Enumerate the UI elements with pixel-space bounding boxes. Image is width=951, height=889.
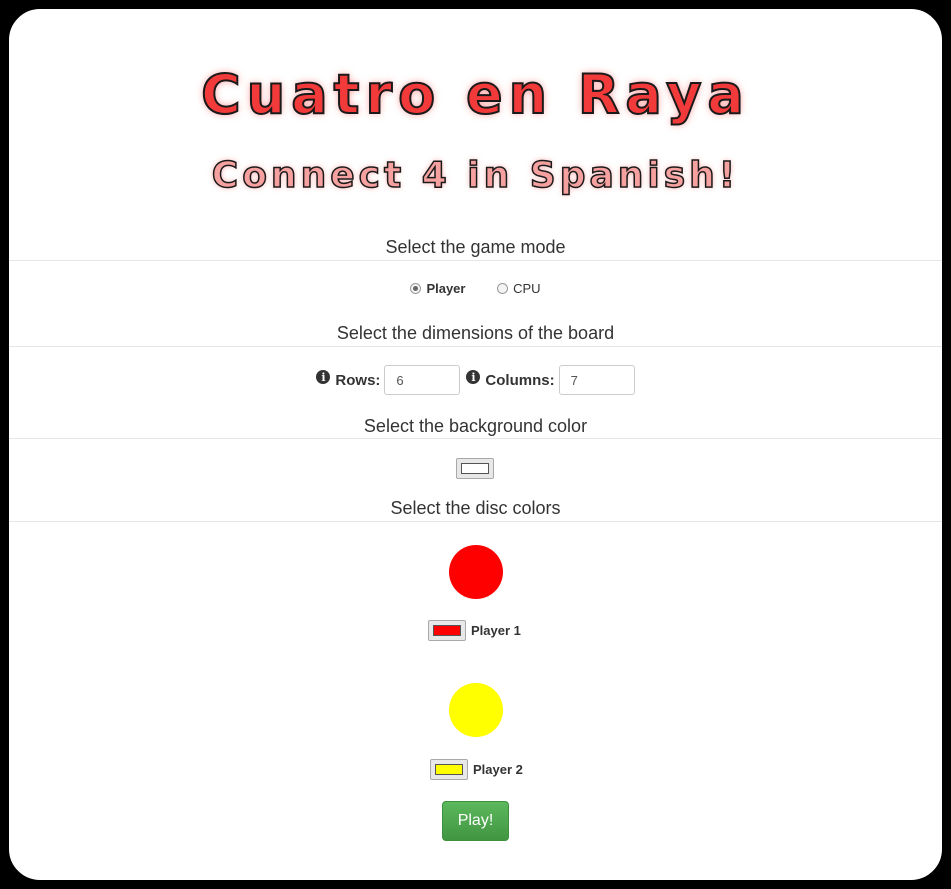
divider bbox=[9, 521, 942, 522]
background-color-swatch bbox=[461, 463, 489, 474]
mode-player-label: Player bbox=[426, 281, 466, 296]
game-mode-options: Player CPU bbox=[9, 281, 942, 297]
background-color-heading: Select the background color bbox=[363, 416, 588, 436]
columns-label: Columns: bbox=[485, 371, 555, 389]
divider bbox=[9, 260, 942, 261]
mode-player-option[interactable]: Player bbox=[410, 281, 465, 296]
cpu-radio[interactable] bbox=[497, 283, 509, 294]
background-color-picker[interactable] bbox=[456, 458, 494, 479]
player1-disc-preview bbox=[449, 545, 503, 599]
player1-color-swatch bbox=[433, 625, 461, 636]
columns-input[interactable] bbox=[558, 365, 635, 395]
player2-color-swatch bbox=[435, 764, 463, 775]
page-title: Cuatro en Raya bbox=[200, 62, 750, 127]
player1-label: Player 1 bbox=[471, 623, 521, 638]
disc-colors-heading: Select the disc colors bbox=[390, 498, 561, 518]
mode-cpu-label: CPU bbox=[513, 281, 541, 296]
divider bbox=[9, 438, 942, 439]
player-radio[interactable] bbox=[410, 283, 422, 294]
player2-disc-preview bbox=[449, 683, 503, 737]
mode-cpu-option[interactable]: CPU bbox=[497, 281, 541, 296]
app-frame: Cuatro en Raya Connect 4 in Spanish! Sel… bbox=[0, 0, 951, 889]
page-subtitle: Connect 4 in Spanish! bbox=[211, 154, 740, 197]
info-circle-icon[interactable]: i bbox=[316, 370, 331, 384]
board-dimensions-heading: Select the dimensions of the board bbox=[336, 323, 615, 343]
info-circle-icon[interactable]: i bbox=[466, 370, 481, 384]
game-mode-heading: Select the game mode bbox=[385, 237, 566, 257]
divider bbox=[9, 346, 942, 347]
player1-color-picker[interactable] bbox=[428, 620, 466, 641]
rows-label: Rows: bbox=[335, 371, 381, 389]
player2-color-picker[interactable] bbox=[430, 759, 468, 780]
play-button[interactable]: Play! bbox=[442, 801, 509, 841]
board-dimensions-form: i Rows: i Columns: bbox=[9, 365, 942, 395]
player2-label: Player 2 bbox=[473, 762, 523, 777]
rows-input[interactable] bbox=[384, 365, 461, 395]
